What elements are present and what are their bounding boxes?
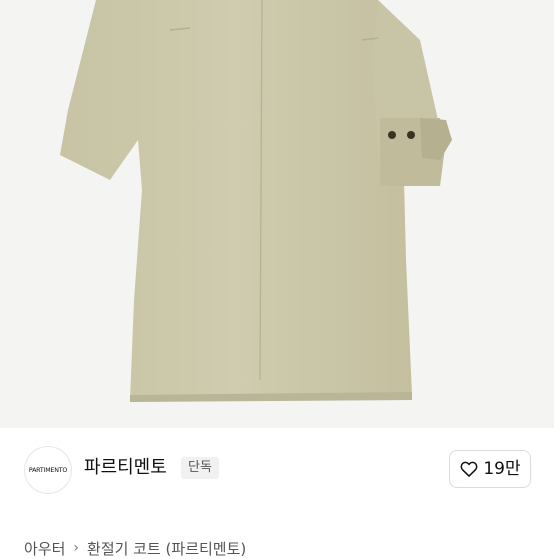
like-button[interactable]: 19만 bbox=[449, 450, 531, 488]
heart-outline-icon bbox=[460, 461, 478, 477]
cuff-tab bbox=[420, 118, 452, 160]
button-icon bbox=[407, 131, 415, 139]
exclusive-badge: 단독 bbox=[181, 457, 219, 479]
like-count: 19만 bbox=[483, 459, 521, 479]
button-icon bbox=[388, 131, 396, 139]
breadcrumb-category[interactable]: 아우터 bbox=[24, 538, 65, 559]
brand-name[interactable]: 파르티멘토 bbox=[84, 456, 167, 480]
coat-body bbox=[60, 0, 412, 400]
breadcrumb: 아우터 › 환절기 코트 (파르티멘토) bbox=[24, 537, 246, 559]
brand-logo-text: PARTIMENTO bbox=[28, 466, 68, 474]
breadcrumb-subcategory[interactable]: 환절기 코트 (파르티멘토) bbox=[87, 538, 246, 559]
product-image[interactable] bbox=[0, 0, 554, 428]
brand-logo[interactable]: PARTIMENTO bbox=[24, 446, 72, 494]
brand-row[interactable]: PARTIMENTO 파르티멘토 단독 19만 bbox=[0, 428, 554, 514]
coat-illustration bbox=[60, 0, 452, 402]
